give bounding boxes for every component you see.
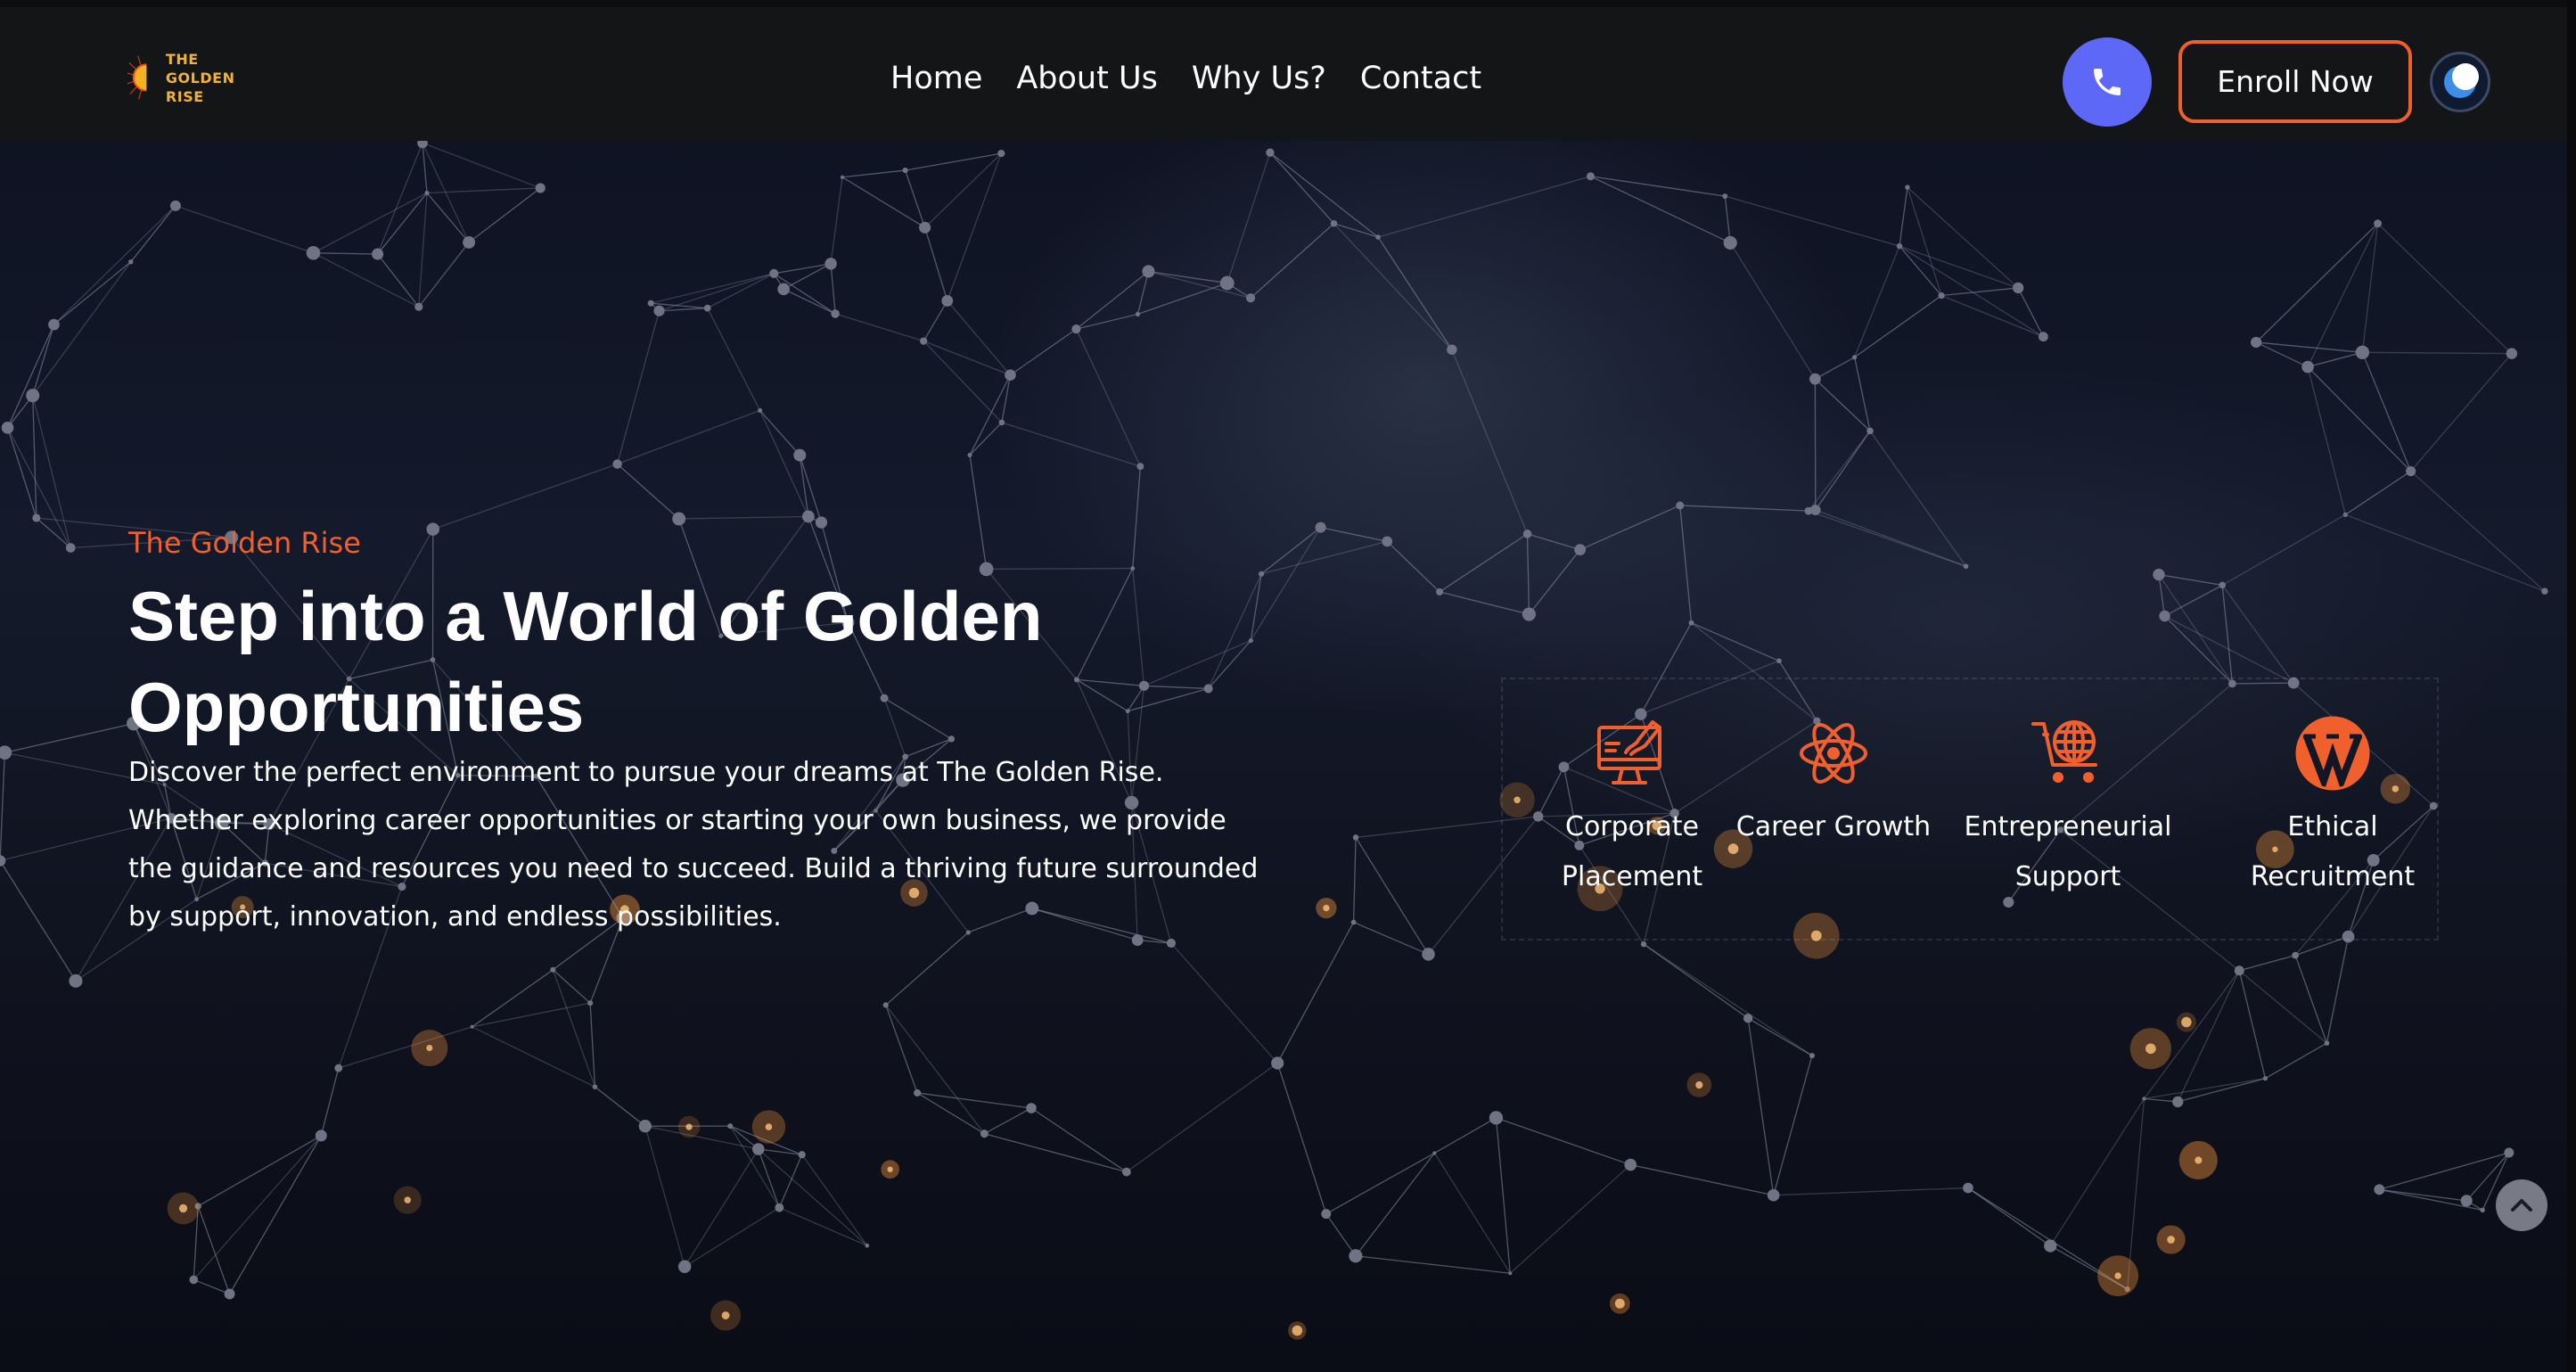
feature-ethical-recruitment[interactable]: Ethical Recruitment bbox=[2226, 715, 2440, 902]
feature-career-growth[interactable]: Career Growth bbox=[1727, 715, 1940, 852]
hero-title: Step into a World of Golden Opportunitie… bbox=[128, 577, 1043, 746]
window-edge bbox=[2567, 0, 2576, 1372]
logo-line-1: THE GOLDEN bbox=[165, 50, 235, 86]
main-nav: Home About Us Why Us? Contact bbox=[890, 57, 1481, 100]
feature-label: Corporate Placement bbox=[1561, 811, 1703, 892]
chevron-up-icon bbox=[2511, 1199, 2532, 1212]
feature-label: Ethical Recruitment bbox=[2250, 811, 2416, 892]
logo-text: THE GOLDEN RISE bbox=[166, 50, 270, 106]
site-header: THE GOLDEN RISE Home About Us Why Us? Co… bbox=[0, 0, 2567, 141]
hero-description: Discover the perfect environment to purs… bbox=[128, 757, 1259, 932]
phone-icon bbox=[2094, 69, 2121, 95]
feature-label: Career Growth bbox=[1735, 811, 1932, 842]
nav-about-us[interactable]: About Us bbox=[1016, 57, 1157, 100]
moon-icon bbox=[2444, 63, 2479, 98]
page: THE GOLDEN RISE Home About Us Why Us? Co… bbox=[0, 0, 2576, 1372]
theme-toggle-button[interactable] bbox=[2430, 52, 2490, 112]
globe-cart-icon bbox=[2031, 720, 2097, 783]
phone-button[interactable] bbox=[2063, 37, 2152, 127]
enroll-now-button[interactable]: Enroll Now bbox=[2178, 40, 2412, 123]
features-panel: Corporate Placement Career Growth Entrep… bbox=[1501, 678, 2439, 941]
feature-entrepreneurial-support[interactable]: Entrepreneurial Support bbox=[1961, 715, 2175, 902]
logo-line-2: RISE bbox=[165, 87, 204, 105]
scroll-to-top-button[interactable] bbox=[2496, 1179, 2547, 1231]
feature-corporate-placement[interactable]: Corporate Placement bbox=[1525, 715, 1739, 902]
monitor-design-icon bbox=[1597, 720, 1661, 785]
site-logo[interactable]: THE GOLDEN RISE bbox=[127, 51, 270, 105]
nav-home[interactable]: Home bbox=[890, 57, 982, 100]
wordpress-icon bbox=[2295, 716, 2370, 792]
atom-icon bbox=[1800, 723, 1867, 784]
hero-eyebrow: The Golden Rise bbox=[128, 526, 361, 560]
nav-contact[interactable]: Contact bbox=[1360, 57, 1481, 100]
nav-why-us[interactable]: Why Us? bbox=[1192, 57, 1326, 100]
sun-logo-icon bbox=[127, 55, 147, 100]
feature-label: Entrepreneurial Support bbox=[1964, 811, 2172, 892]
